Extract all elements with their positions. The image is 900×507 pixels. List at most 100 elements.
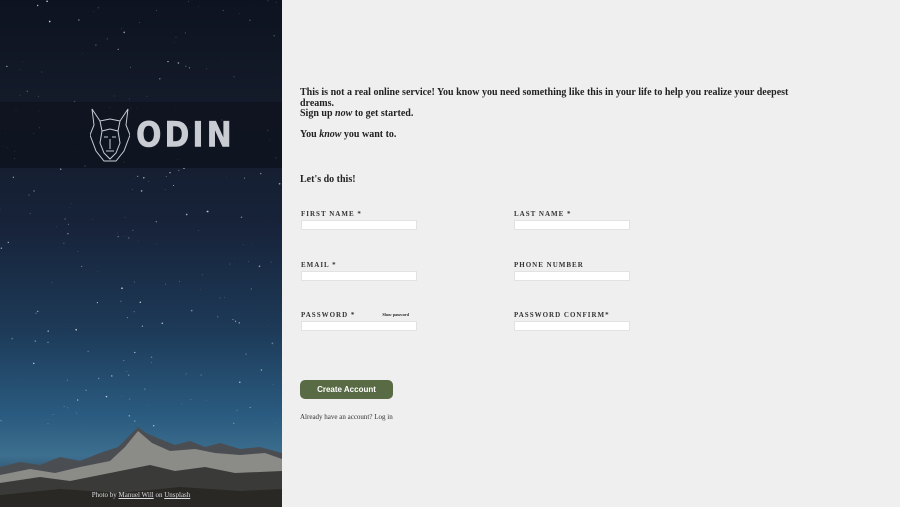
brand-name: ODIN — [136, 114, 235, 156]
star — [124, 217, 126, 218]
star — [128, 398, 131, 400]
star — [120, 300, 122, 303]
star — [201, 274, 203, 276]
form-heading: Let's do this! — [300, 174, 356, 185]
star — [33, 190, 35, 192]
star — [137, 175, 139, 177]
star — [47, 15, 48, 17]
star — [126, 317, 128, 319]
star — [26, 90, 29, 93]
credit-site-link[interactable]: Unsplash — [164, 491, 190, 499]
star — [123, 359, 125, 362]
star — [181, 403, 182, 405]
star — [87, 350, 89, 352]
star — [185, 375, 186, 377]
last-name-label: Last Name * — [514, 210, 572, 218]
star — [161, 322, 164, 325]
star — [37, 310, 39, 312]
star — [120, 28, 122, 30]
star — [105, 395, 108, 398]
email-label: Email * — [301, 261, 337, 269]
star — [128, 374, 130, 376]
star — [134, 351, 136, 354]
star — [35, 312, 37, 315]
star — [184, 32, 186, 34]
star — [258, 265, 261, 268]
star — [273, 34, 275, 37]
star — [219, 297, 221, 299]
photo-credit: Photo by Manuel Will on Unsplash — [91, 491, 191, 499]
star — [188, 0, 190, 2]
star — [11, 337, 14, 340]
star — [78, 19, 80, 21]
star — [120, 395, 122, 397]
star — [267, 324, 269, 326]
star — [47, 341, 49, 343]
star — [198, 230, 199, 231]
phone-input[interactable] — [514, 271, 630, 281]
star — [85, 389, 87, 391]
star — [150, 362, 152, 364]
star — [148, 181, 150, 182]
star — [67, 223, 69, 225]
star — [159, 78, 161, 80]
star — [138, 240, 139, 242]
star — [129, 98, 130, 100]
star — [272, 383, 274, 385]
star — [179, 281, 180, 282]
star — [232, 319, 234, 321]
star — [34, 340, 37, 342]
star — [240, 216, 243, 218]
star — [140, 190, 143, 192]
star — [133, 281, 135, 283]
phone-label: Phone Number — [514, 261, 584, 269]
first-name-input[interactable] — [301, 220, 417, 230]
star — [174, 42, 175, 44]
star — [270, 261, 272, 263]
star — [28, 194, 30, 196]
last-name-input[interactable] — [514, 220, 630, 230]
star — [97, 7, 99, 9]
star — [190, 399, 192, 400]
star — [177, 62, 180, 64]
star — [113, 95, 115, 97]
star — [63, 242, 65, 244]
star — [190, 309, 193, 312]
star — [244, 177, 246, 179]
star — [251, 244, 253, 245]
intro-line-2: You know you want to. — [300, 128, 397, 140]
login-link[interactable]: Log in — [374, 413, 392, 421]
star — [77, 251, 79, 252]
star — [21, 378, 23, 380]
star — [233, 76, 235, 78]
signup-panel: This is not a real online service! You k… — [282, 0, 900, 507]
credit-author-link[interactable]: Manuel Will — [119, 491, 154, 499]
password-input[interactable] — [301, 321, 417, 331]
star — [96, 302, 98, 304]
star — [177, 169, 180, 172]
email-input[interactable] — [301, 271, 417, 281]
star — [67, 407, 69, 409]
first-name-group: First Name * — [301, 210, 417, 230]
create-account-button[interactable]: Create Account — [300, 380, 393, 399]
password-group: Password * Show password — [301, 311, 417, 331]
email-group: Email * — [301, 261, 417, 281]
password-confirm-input[interactable] — [514, 321, 630, 331]
star — [206, 211, 207, 212]
star — [236, 409, 238, 411]
star — [22, 61, 24, 63]
star — [29, 213, 31, 214]
hero-panel: ODIN Photo by Manuel Will on Unsplash — [0, 0, 282, 507]
brand-logo: ODIN — [90, 107, 235, 163]
star — [92, 219, 93, 220]
show-password-toggle[interactable]: Show password — [382, 312, 409, 317]
star — [234, 320, 237, 322]
star — [95, 44, 97, 46]
star — [121, 287, 123, 290]
star — [164, 283, 166, 285]
star — [245, 353, 247, 355]
star — [19, 95, 21, 96]
star — [32, 362, 35, 365]
star — [138, 22, 140, 23]
password-confirm-label: Password Confirm* — [514, 311, 610, 319]
